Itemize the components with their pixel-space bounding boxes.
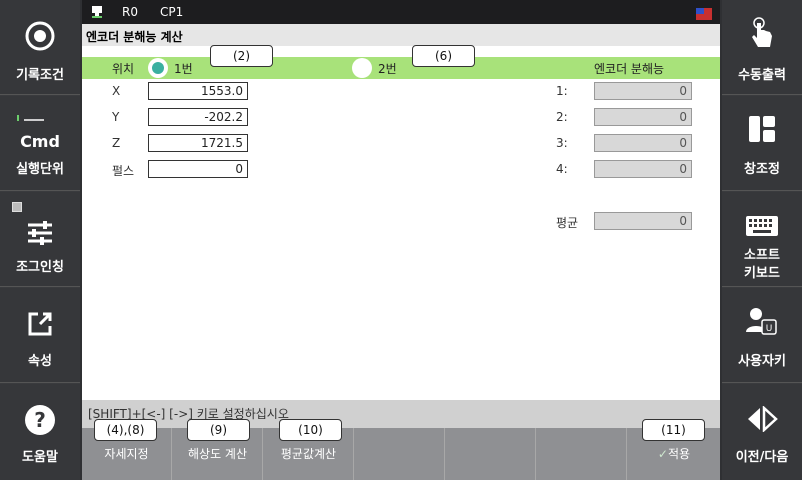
function-key-5[interactable]: [446, 428, 536, 480]
external-link-icon: [28, 312, 52, 336]
hint-message: [SHIFT]+[<-] [->] 키로 설정하십시오: [82, 400, 720, 428]
resolution-4-label: 4:: [556, 162, 568, 176]
callout-10: (10): [279, 419, 342, 441]
sidebar-label: 도움말: [22, 450, 58, 465]
cmd-marker-icon: [17, 115, 44, 121]
program-name: CP1: [160, 5, 184, 19]
z-field[interactable]: 1721.5: [148, 134, 248, 152]
svg-text:?: ?: [34, 408, 46, 432]
page-title: 엔코더 분해능 계산: [82, 24, 720, 46]
sliders-icon: [28, 221, 52, 245]
robot-number: R0: [122, 5, 138, 19]
square-indicator-icon: [12, 202, 22, 212]
resolution-1-field: 0: [594, 82, 692, 100]
sidebar-label: 창조정: [744, 162, 780, 177]
prev-next-icon: [748, 406, 778, 432]
right-sidebar: 수동출력 창조정 소프트 키보드 U 사용자키 이전/다음: [722, 0, 802, 480]
callout-6: (6): [412, 45, 475, 67]
sidebar-label: 실행단위: [16, 162, 64, 177]
y-field[interactable]: -202.2: [148, 108, 248, 126]
radio-dot: [152, 62, 164, 74]
hand-pointer-icon: [752, 17, 772, 47]
robot-icon: [92, 6, 102, 18]
help-icon: ?: [25, 405, 55, 435]
sidebar-label: 소프트: [744, 248, 780, 263]
resolution-3-label: 3:: [556, 136, 568, 150]
status-bar: R0 CP1: [82, 0, 720, 24]
sidebar-label: 수동출력: [738, 68, 786, 83]
main-panel: R0 CP1 엔코더 분해능 계산 위치 1번 2번 엔코더 분해능 X 155…: [82, 0, 720, 480]
position-1-label: 1번: [174, 62, 193, 76]
position-2-label: 2번: [378, 62, 397, 76]
pulse-label: 펄스: [112, 164, 135, 178]
callout-11: (11): [642, 419, 705, 441]
callout-2: (2): [210, 45, 273, 67]
position-bar: 위치 1번 2번 엔코더 분해능: [82, 57, 720, 79]
y-label: Y: [112, 110, 120, 124]
position-2-radio[interactable]: [352, 58, 372, 78]
sidebar-label: 기록조건: [16, 68, 64, 83]
resolution-2-label: 2:: [556, 110, 568, 124]
window-layout-icon: [749, 116, 775, 142]
callout-9: (9): [187, 419, 250, 441]
flag-icon: [696, 8, 712, 20]
user-key-icon: U: [746, 308, 777, 335]
check-icon: ✓: [657, 447, 668, 461]
apply-label: 적용: [667, 447, 691, 461]
callout-4-8: (4),(8): [94, 419, 157, 441]
prev-next-button[interactable]: 이전/다음: [722, 384, 802, 480]
manual-output-button[interactable]: 수동출력: [722, 0, 802, 95]
average-label: 평균: [556, 216, 579, 230]
function-key-4[interactable]: [355, 428, 445, 480]
left-sidebar: 기록조건 Cmd 실행단위 조그인칭 속성 ? 도움말: [0, 0, 80, 480]
resolution-2-field: 0: [594, 108, 692, 126]
properties-button[interactable]: 속성: [0, 288, 80, 383]
record-condition-button[interactable]: 기록조건: [0, 0, 80, 95]
position-1-radio[interactable]: [148, 58, 168, 78]
jog-inching-button[interactable]: 조그인칭: [0, 192, 80, 287]
cmd-icon: Cmd: [20, 132, 60, 151]
window-adjust-button[interactable]: 창조정: [722, 96, 802, 191]
soft-keyboard-button[interactable]: 소프트 키보드: [722, 192, 802, 287]
resolution-4-field: 0: [594, 160, 692, 178]
sidebar-label: 조그인칭: [16, 260, 64, 275]
x-field[interactable]: 1553.0: [148, 82, 248, 100]
sidebar-label: 이전/다음: [735, 450, 789, 465]
resolution-1-label: 1:: [556, 84, 568, 98]
execution-unit-button[interactable]: Cmd 실행단위: [0, 96, 80, 191]
function-key-6[interactable]: [537, 428, 627, 480]
x-label: X: [112, 84, 121, 98]
help-button[interactable]: ? 도움말: [0, 384, 80, 480]
function-key-bar: 자세지정 해상도 계산 평균값계산 ✓적용: [82, 428, 720, 480]
keyboard-icon: [746, 216, 778, 236]
sidebar-label: 키보드: [744, 266, 780, 281]
user-key-button[interactable]: U 사용자키: [722, 288, 802, 383]
sidebar-label: 사용자키: [738, 354, 786, 369]
z-label: Z: [112, 136, 121, 150]
record-circle-icon: [25, 21, 55, 51]
svg-text:U: U: [766, 324, 773, 334]
average-field: 0: [594, 212, 692, 230]
resolution-header: 엔코더 분해능: [594, 62, 665, 76]
resolution-3-field: 0: [594, 134, 692, 152]
sidebar-label: 속성: [28, 354, 52, 369]
pulse-field[interactable]: 0: [148, 160, 248, 178]
position-label: 위치: [112, 62, 135, 76]
